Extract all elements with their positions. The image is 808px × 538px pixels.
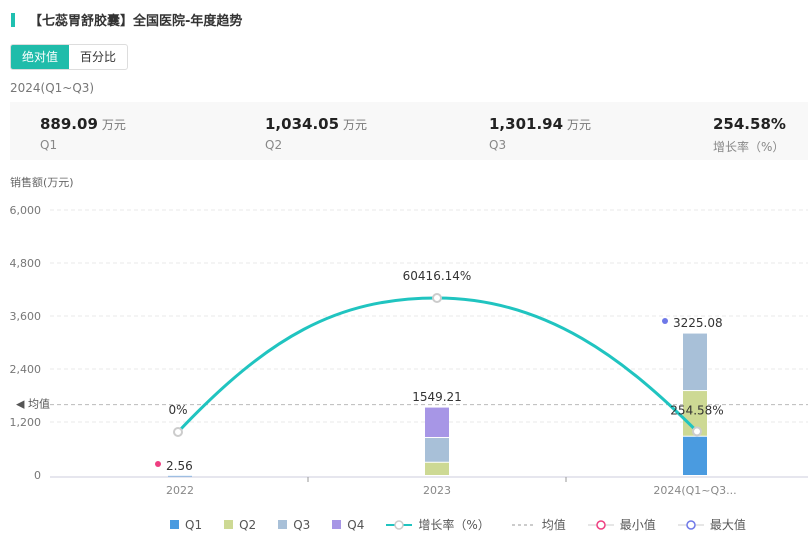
bar-q4 — [425, 407, 449, 438]
y-tick-label: 3,600 — [10, 310, 42, 323]
y-tick-label: 4,800 — [10, 257, 42, 270]
legend-swatch — [278, 520, 288, 529]
legend-growth[interactable]: 增长率（%） — [386, 516, 490, 533]
legend-label: Q1 — [185, 517, 203, 532]
max-marker-icon — [677, 519, 704, 530]
legend-label: Q3 — [293, 517, 311, 532]
legend-swatch — [332, 520, 342, 529]
y-tick-label: 6,000 — [10, 204, 42, 217]
legend-label: 均值 — [541, 518, 566, 532]
growth-label: 60416.14% — [403, 269, 472, 283]
legend-q2[interactable]: Q2 — [224, 518, 256, 532]
legend-label: Q2 — [239, 517, 257, 532]
average-label: ◀ 均值 — [16, 398, 50, 411]
dashed-line-icon — [511, 524, 536, 525]
growth-point — [692, 426, 702, 437]
total-label: 3225.08 — [673, 316, 723, 330]
legend-label: Q4 — [347, 517, 365, 532]
bar-q1 — [168, 475, 192, 477]
legend-label: 最大值 — [709, 518, 746, 532]
legend-q4[interactable]: Q4 — [332, 518, 364, 532]
bar-q3 — [425, 438, 449, 462]
bar-q1 — [683, 436, 707, 475]
legend-swatch — [224, 520, 234, 529]
growth-point — [173, 427, 183, 437]
legend-q1[interactable]: Q1 — [170, 518, 202, 532]
x-tick-label: 2023 — [423, 484, 451, 497]
legend-label: 最小值 — [619, 518, 656, 532]
legend-min[interactable]: 最小值 — [587, 516, 656, 533]
line-marker-icon — [386, 519, 413, 530]
growth-label: 254.58% — [670, 403, 723, 417]
growth-point — [432, 293, 442, 303]
bar-q3 — [683, 333, 707, 391]
growth-label: 0% — [168, 403, 187, 417]
legend-max[interactable]: 最大值 — [677, 516, 746, 533]
legend-average[interactable]: 均值 — [511, 516, 566, 533]
y-tick-label: 1,200 — [10, 416, 42, 429]
min-marker-icon — [587, 519, 614, 530]
max-point — [662, 318, 668, 324]
min-point — [155, 461, 161, 467]
bar-q2 — [425, 462, 449, 475]
legend-label: 增长率（%） — [418, 518, 490, 532]
total-label: 2.56 — [166, 459, 193, 473]
legend-q3[interactable]: Q3 — [278, 518, 310, 532]
total-label: 1549.21 — [412, 390, 462, 404]
chart: 0 1,200 2,400 3,600 4,800 6,000 2022 2023 2024(Q… — [10, 204, 808, 497]
x-tick-label: 2022 — [166, 484, 194, 497]
legend-swatch — [170, 520, 179, 529]
y-tick-label: 2,400 — [10, 363, 42, 376]
legend: Q1 Q2 Q3 Q4 增长率（%） 均值 最小值 最大值 — [170, 516, 746, 533]
y-tick-label: 0 — [34, 469, 41, 482]
x-tick-label: 2024(Q1~Q3... — [653, 484, 736, 497]
